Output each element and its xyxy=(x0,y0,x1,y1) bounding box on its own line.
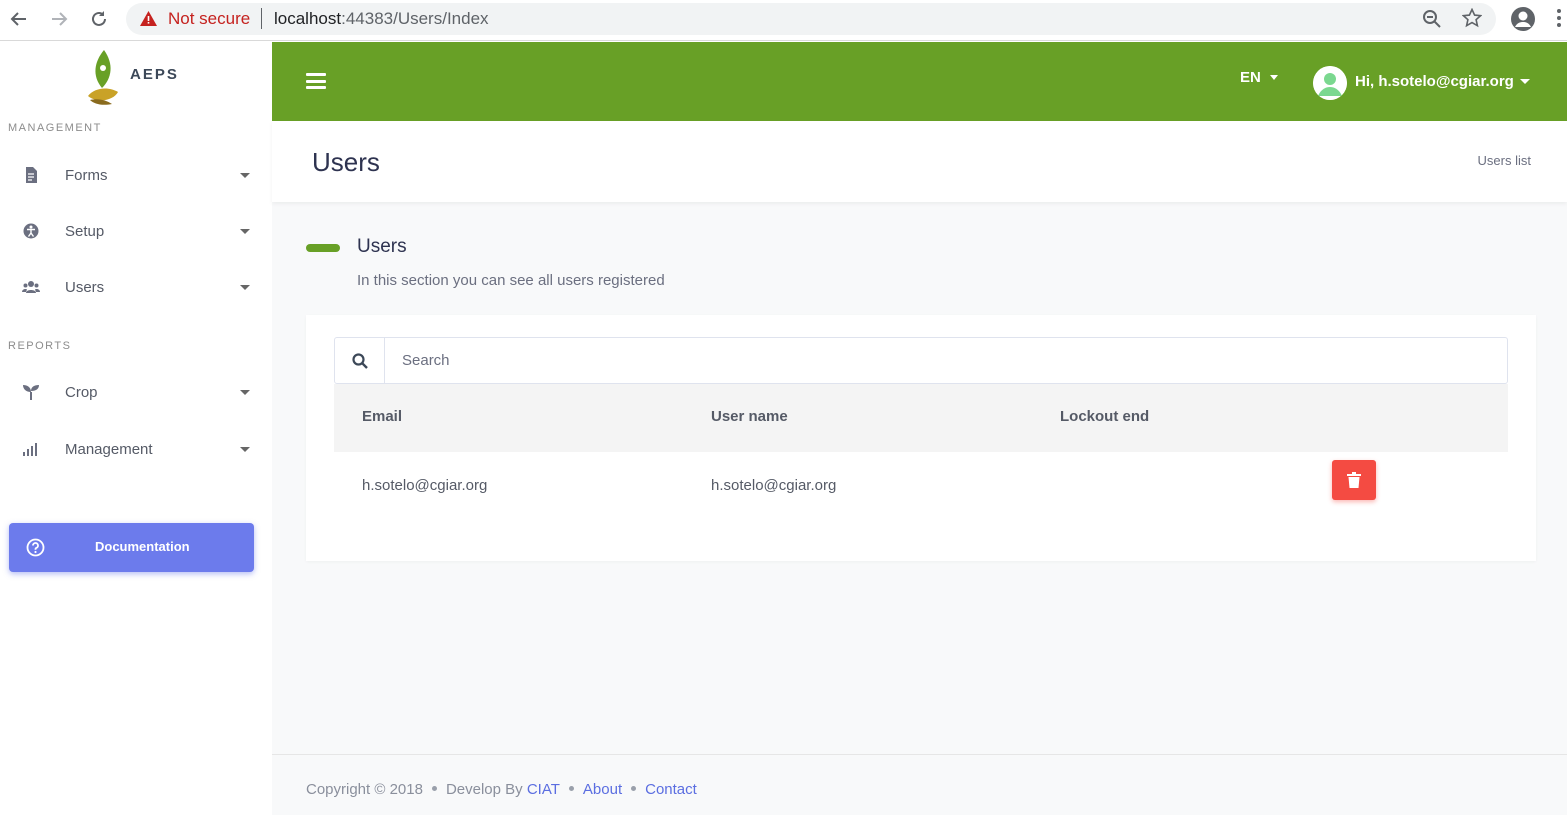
chevron-down-icon xyxy=(240,390,250,395)
profile-icon[interactable] xyxy=(1510,6,1536,32)
hamburger-menu-icon[interactable] xyxy=(306,73,326,89)
page-title: Users xyxy=(312,147,380,177)
section-label-reports: REPORTS xyxy=(8,340,72,352)
cell-username: h.sotelo@cgiar.org xyxy=(711,477,837,494)
separator-dot xyxy=(568,786,574,792)
about-link[interactable]: About xyxy=(583,781,622,798)
back-icon[interactable] xyxy=(6,6,32,32)
column-header-lockout-end[interactable]: Lockout end xyxy=(1060,408,1149,425)
sidebar-item-label: Crop xyxy=(65,384,98,401)
separator-dot xyxy=(431,786,437,792)
reload-icon[interactable] xyxy=(86,6,112,32)
sidebar-item-users[interactable]: Users xyxy=(0,266,272,310)
sidebar: AEPS MANAGEMENT Forms Setup Users REPORT… xyxy=(0,42,272,815)
forward-icon[interactable] xyxy=(46,6,72,32)
ciat-link[interactable]: CIAT xyxy=(527,781,560,798)
bar-chart-icon xyxy=(23,443,37,456)
sprout-icon xyxy=(23,385,39,400)
kebab-menu-icon[interactable] xyxy=(1556,8,1562,28)
delete-button[interactable] xyxy=(1332,460,1376,500)
sidebar-item-management[interactable]: Management xyxy=(0,428,272,472)
sidebar-item-label: Users xyxy=(65,279,105,296)
zoom-icon[interactable] xyxy=(1422,9,1442,29)
top-navbar: EN Hi, h.sotelo@cgiar.org xyxy=(272,42,1567,121)
column-header-username[interactable]: User name xyxy=(711,408,788,425)
question-circle-icon xyxy=(26,538,45,557)
trash-icon xyxy=(1347,472,1361,488)
search-icon[interactable] xyxy=(335,338,385,383)
divider xyxy=(261,8,262,29)
chevron-down-icon[interactable] xyxy=(1520,79,1530,84)
table-header: Email User name Lockout end xyxy=(334,384,1508,452)
table-row: h.sotelo@cgiar.org h.sotelo@cgiar.org xyxy=(334,452,1508,520)
chevron-down-icon xyxy=(240,447,250,452)
footer: Copyright © 2018 Develop By CIAT About Cont… xyxy=(272,754,1567,815)
section-description: In this section you can see all users re… xyxy=(357,272,665,289)
sidebar-item-forms[interactable]: Forms xyxy=(0,154,272,198)
sidebar-item-label: Forms xyxy=(65,167,108,184)
security-label[interactable]: Not secure xyxy=(168,9,250,29)
main-content: Users In this section you can see all us… xyxy=(272,202,1567,754)
avatar[interactable] xyxy=(1313,66,1347,100)
column-header-email[interactable]: Email xyxy=(362,408,402,425)
separator-dot xyxy=(631,786,637,792)
breadcrumb: Users list xyxy=(1477,153,1531,168)
section-title: Users xyxy=(357,236,407,257)
page-header: Users Users list xyxy=(272,121,1567,202)
section-label-management: MANAGEMENT xyxy=(8,122,102,134)
users-card: Email User name Lockout end h.sotelo@cgi… xyxy=(306,315,1536,561)
setup-icon xyxy=(23,223,39,239)
search-box xyxy=(334,337,1508,384)
warning-icon xyxy=(140,11,157,26)
brand-name[interactable]: AEPS xyxy=(130,66,179,83)
search-input[interactable] xyxy=(386,338,1506,383)
sidebar-item-label: Setup xyxy=(65,223,105,240)
sidebar-item-setup[interactable]: Setup xyxy=(0,210,272,254)
url-text[interactable]: localhost:44383/Users/Index xyxy=(274,9,489,29)
aeps-logo-icon[interactable] xyxy=(86,48,122,106)
documentation-label: Documentation xyxy=(95,539,190,554)
chevron-down-icon[interactable] xyxy=(1270,75,1278,80)
footer-line: Copyright © 2018 Develop By CIAT About Cont… xyxy=(306,781,697,798)
chevron-down-icon xyxy=(240,173,250,178)
sidebar-item-crop[interactable]: Crop xyxy=(0,371,272,415)
bookmark-star-icon[interactable] xyxy=(1462,8,1482,28)
language-selector[interactable]: EN xyxy=(1240,69,1261,86)
user-avatar-icon xyxy=(1313,66,1347,100)
chevron-down-icon xyxy=(240,285,250,290)
section-accent-bar xyxy=(306,244,340,252)
contact-link[interactable]: Contact xyxy=(645,781,697,798)
document-icon xyxy=(26,167,37,183)
address-bar[interactable]: Not secure localhost:44383/Users/Index xyxy=(126,3,1496,35)
chevron-down-icon xyxy=(240,229,250,234)
users-icon xyxy=(22,281,40,293)
develop-by-text: Develop By xyxy=(445,781,523,798)
copyright-text: Copyright © 2018 xyxy=(306,781,423,798)
sidebar-item-label: Management xyxy=(65,441,153,458)
cell-email: h.sotelo@cgiar.org xyxy=(362,477,488,494)
browser-toolbar: Not secure localhost:44383/Users/Index xyxy=(0,0,1567,41)
documentation-button[interactable]: Documentation xyxy=(9,523,254,572)
user-menu[interactable]: Hi, h.sotelo@cgiar.org xyxy=(1355,73,1514,90)
